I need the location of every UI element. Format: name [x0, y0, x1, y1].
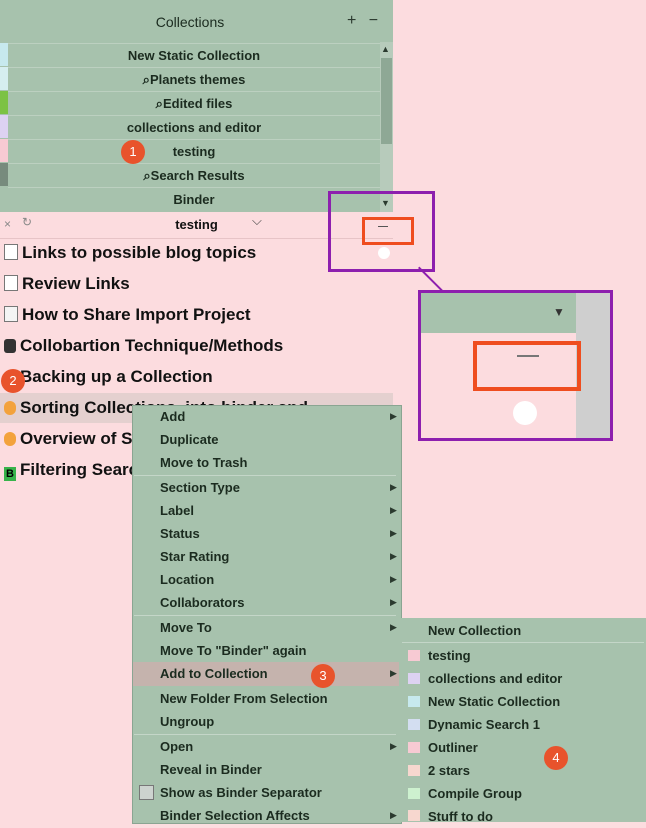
menu-item-section-type[interactable]: Section Type — [160, 476, 390, 499]
menu-item-reveal-in-binder[interactable]: Reveal in Binder — [160, 758, 390, 781]
collection-color-swatch — [408, 650, 420, 661]
collection-row[interactable]: collections and editor — [8, 115, 380, 139]
collection-submenu-item[interactable]: Stuff to do — [428, 805, 638, 828]
menu-item-star-rating[interactable]: Star Rating — [160, 545, 390, 568]
checkbox[interactable] — [139, 785, 154, 800]
checkbox-icon[interactable] — [4, 244, 18, 260]
submenu-arrow-icon: ▶ — [390, 597, 397, 607]
submenu-arrow-icon: ▶ — [390, 528, 397, 538]
menu-item-label[interactable]: Label — [160, 499, 390, 522]
menu-item-move-to-trash[interactable]: Move to Trash — [160, 451, 390, 474]
submenu-arrow-icon: ▶ — [390, 411, 397, 421]
list-item-label: Collobartion Technique/Methods — [20, 336, 284, 355]
menu-item-duplicate[interactable]: Duplicate — [160, 428, 390, 451]
collection-row[interactable]: Binder — [8, 187, 380, 211]
collection-color-swatch — [408, 810, 420, 821]
document-icon — [4, 306, 18, 322]
collection-color-swatch — [0, 139, 8, 162]
collection-color-swatch — [0, 43, 8, 66]
collection-row[interactable]: ⌕Search Results — [8, 163, 380, 187]
collection-submenu-item[interactable]: testing — [428, 644, 638, 667]
collection-color-swatch — [408, 742, 420, 753]
collection-color-swatch — [0, 67, 8, 90]
collection-color-swatch — [0, 187, 8, 210]
menu-item-location[interactable]: Location — [160, 568, 390, 591]
zoom-callout: ▼ — [418, 290, 613, 441]
chevron-down-icon[interactable]: ⌵ — [252, 213, 262, 229]
menu-item-binder-selection-affects[interactable]: Binder Selection Affects — [160, 804, 390, 827]
menu-item-new-folder-from-selection[interactable]: New Folder From Selection — [160, 687, 390, 710]
remove-collection-button[interactable]: − — [369, 12, 378, 29]
menu-item-status[interactable]: Status — [160, 522, 390, 545]
menu-item-add-to-collection[interactable]: Add to Collection — [160, 662, 390, 685]
list-item-label: Links to possible blog topics — [22, 243, 257, 262]
collection-row[interactable]: ⌕Edited files — [8, 91, 380, 115]
list-item[interactable]: How to Share Import Project — [4, 300, 389, 330]
collection-color-swatch — [408, 673, 420, 684]
collection-row[interactable]: testing — [8, 139, 380, 163]
menu-item-open[interactable]: Open — [160, 735, 390, 758]
menu-item-move-to[interactable]: Move To — [160, 616, 390, 639]
step-badge: 3 — [311, 664, 335, 688]
menu-item-move-to-binder-again[interactable]: Move To "Binder" again — [160, 639, 390, 662]
new-collection-item[interactable]: New Collection — [428, 619, 638, 642]
submenu-arrow-icon: ▶ — [390, 668, 397, 678]
menu-item-ungroup[interactable]: Ungroup — [160, 710, 390, 733]
list-item[interactable]: Backing up a Collection — [4, 362, 389, 392]
collections-scroll-thumb[interactable] — [381, 58, 392, 144]
flame-icon — [4, 432, 16, 446]
submenu-arrow-icon: ▶ — [390, 741, 397, 751]
submenu-arrow-icon: ▶ — [390, 810, 397, 820]
zoom-circle-icon — [513, 401, 537, 425]
list-item-label: Review Links — [22, 274, 130, 293]
add-collection-button[interactable]: + — [347, 12, 356, 29]
collection-color-swatch — [0, 91, 8, 114]
list-item[interactable]: Review Links — [4, 269, 389, 299]
collection-color-swatch — [408, 765, 420, 776]
list-item-label: How to Share Import Project — [22, 305, 251, 324]
close-icon[interactable]: × — [4, 217, 11, 231]
list-item-label: Overview of Sta — [20, 429, 148, 448]
submenu-arrow-icon: ▶ — [390, 574, 397, 584]
robot-icon — [4, 339, 16, 353]
collection-row[interactable]: New Static Collection — [8, 43, 380, 67]
collection-submenu-item[interactable]: Outliner — [428, 736, 638, 759]
submenu-arrow-icon: ▶ — [390, 482, 397, 492]
submenu-arrow-icon: ▶ — [390, 622, 397, 632]
collections-actions: + − — [347, 12, 378, 30]
collection-color-swatch — [408, 788, 420, 799]
collection-row[interactable]: ⌕Planets themes — [8, 67, 380, 91]
menu-item-collaborators[interactable]: Collaborators — [160, 591, 390, 614]
menu-separator — [402, 642, 644, 643]
list-item-label: Backing up a Collection — [20, 367, 213, 386]
list-item[interactable]: Collobartion Technique/Methods — [4, 331, 389, 361]
step-badge: 4 — [544, 746, 568, 770]
flame-icon — [4, 401, 16, 415]
menu-item-show-as-binder-separator[interactable]: Show as Binder Separator — [160, 781, 390, 804]
list-item-label: Filtering Search — [20, 460, 149, 479]
menu-item-add[interactable]: Add — [160, 405, 390, 428]
zoom-scrollbar — [576, 293, 610, 438]
collection-submenu-item[interactable]: Dynamic Search 1 — [428, 713, 638, 736]
chevron-down-icon: ▼ — [553, 305, 565, 319]
collection-color-swatch — [0, 163, 8, 186]
collection-submenu-item[interactable]: New Static Collection — [428, 690, 638, 713]
collection-submenu-item[interactable]: 2 stars — [428, 759, 638, 782]
collections-title: Collections — [155, 14, 225, 30]
redo-icon[interactable]: ↻ — [22, 215, 32, 229]
step-badge: 2 — [1, 369, 25, 393]
collection-color-swatch — [0, 115, 8, 138]
b-badge-icon: B — [4, 467, 16, 481]
collection-submenu-item[interactable]: collections and editor — [428, 667, 638, 690]
zoom-highlight-box — [473, 341, 581, 391]
collection-submenu-item[interactable]: Compile Group — [428, 782, 638, 805]
step-badge: 1 — [121, 140, 145, 164]
highlight-box — [362, 217, 414, 245]
submenu-arrow-icon: ▶ — [390, 551, 397, 561]
scroll-up-icon[interactable]: ▲ — [381, 44, 390, 54]
submenu-arrow-icon: ▶ — [390, 505, 397, 515]
collection-color-swatch — [408, 696, 420, 707]
collection-color-swatch — [408, 719, 420, 730]
checkbox-icon[interactable] — [4, 275, 18, 291]
